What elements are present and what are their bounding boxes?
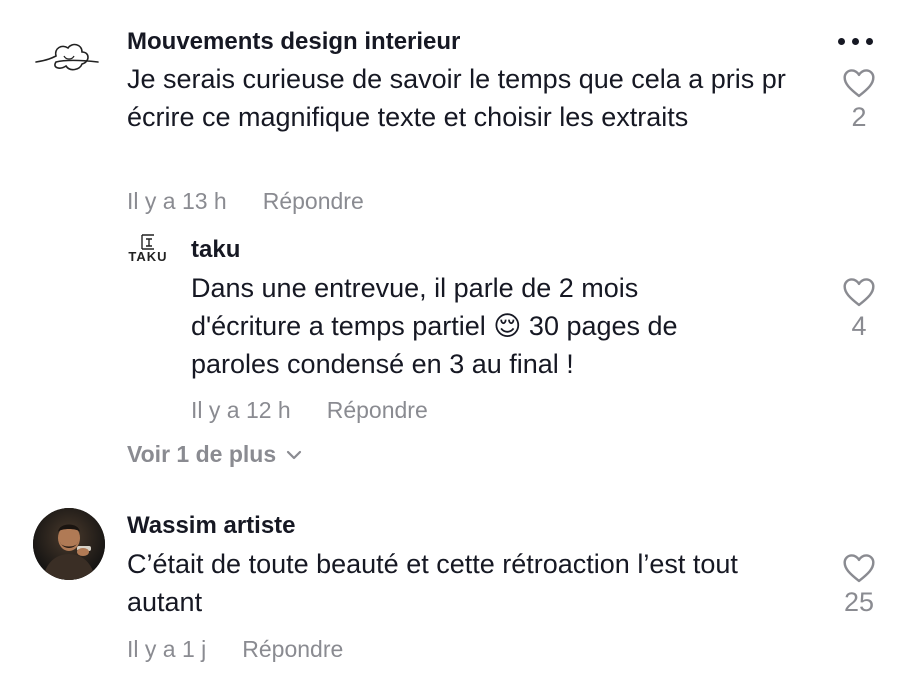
comment-timestamp: Il y a 13 h [127, 188, 227, 214]
like-button[interactable]: 25 [829, 553, 889, 618]
like-button[interactable]: 2 [829, 68, 889, 133]
like-count: 2 [851, 102, 867, 132]
comment-username[interactable]: taku [191, 236, 240, 264]
taku-logo-text: TAKU [128, 249, 168, 264]
comment-username[interactable]: Mouvements design interieur [127, 28, 460, 56]
comment-meta: Il y a 13 h Répondre [127, 188, 364, 215]
reply-button[interactable]: Répondre [263, 188, 364, 214]
taku-logo-icon [141, 234, 154, 250]
comment-text: C’était de toute beauté et cette rétroac… [127, 549, 738, 617]
view-more-replies-button[interactable]: Voir 1 de plus [127, 441, 302, 468]
comment-text: Dans une entrevue, il parle de 2 mois d'… [191, 273, 678, 379]
comment-timestamp: Il y a 1 j [127, 636, 207, 662]
reply-button[interactable]: Répondre [327, 397, 428, 423]
chevron-down-icon [287, 450, 302, 459]
like-button[interactable]: 4 [829, 277, 889, 342]
avatar-mouvements[interactable] [34, 36, 100, 80]
comment-username[interactable]: Wassim artiste [127, 512, 296, 540]
comment-timestamp: Il y a 12 h [191, 397, 291, 423]
avatar-wassim[interactable] [33, 508, 105, 580]
avatar-taku[interactable]: TAKU [124, 234, 172, 274]
like-count: 4 [851, 311, 867, 341]
heart-outline-icon [843, 69, 875, 98]
reply-button[interactable]: Répondre [242, 636, 343, 662]
comment-text: Je serais curieuse de savoir le temps qu… [127, 64, 786, 132]
like-count: 25 [843, 587, 875, 617]
comment-meta: Il y a 1 j Répondre [127, 636, 343, 663]
more-options-icon[interactable] [838, 38, 873, 45]
profile-photo-icon [33, 508, 105, 580]
heart-outline-icon [843, 554, 875, 583]
comment-meta: Il y a 12 h Répondre [191, 397, 428, 424]
heart-outline-icon [843, 278, 875, 307]
view-more-label: Voir 1 de plus [127, 441, 277, 467]
cloud-logo-icon [35, 43, 99, 71]
